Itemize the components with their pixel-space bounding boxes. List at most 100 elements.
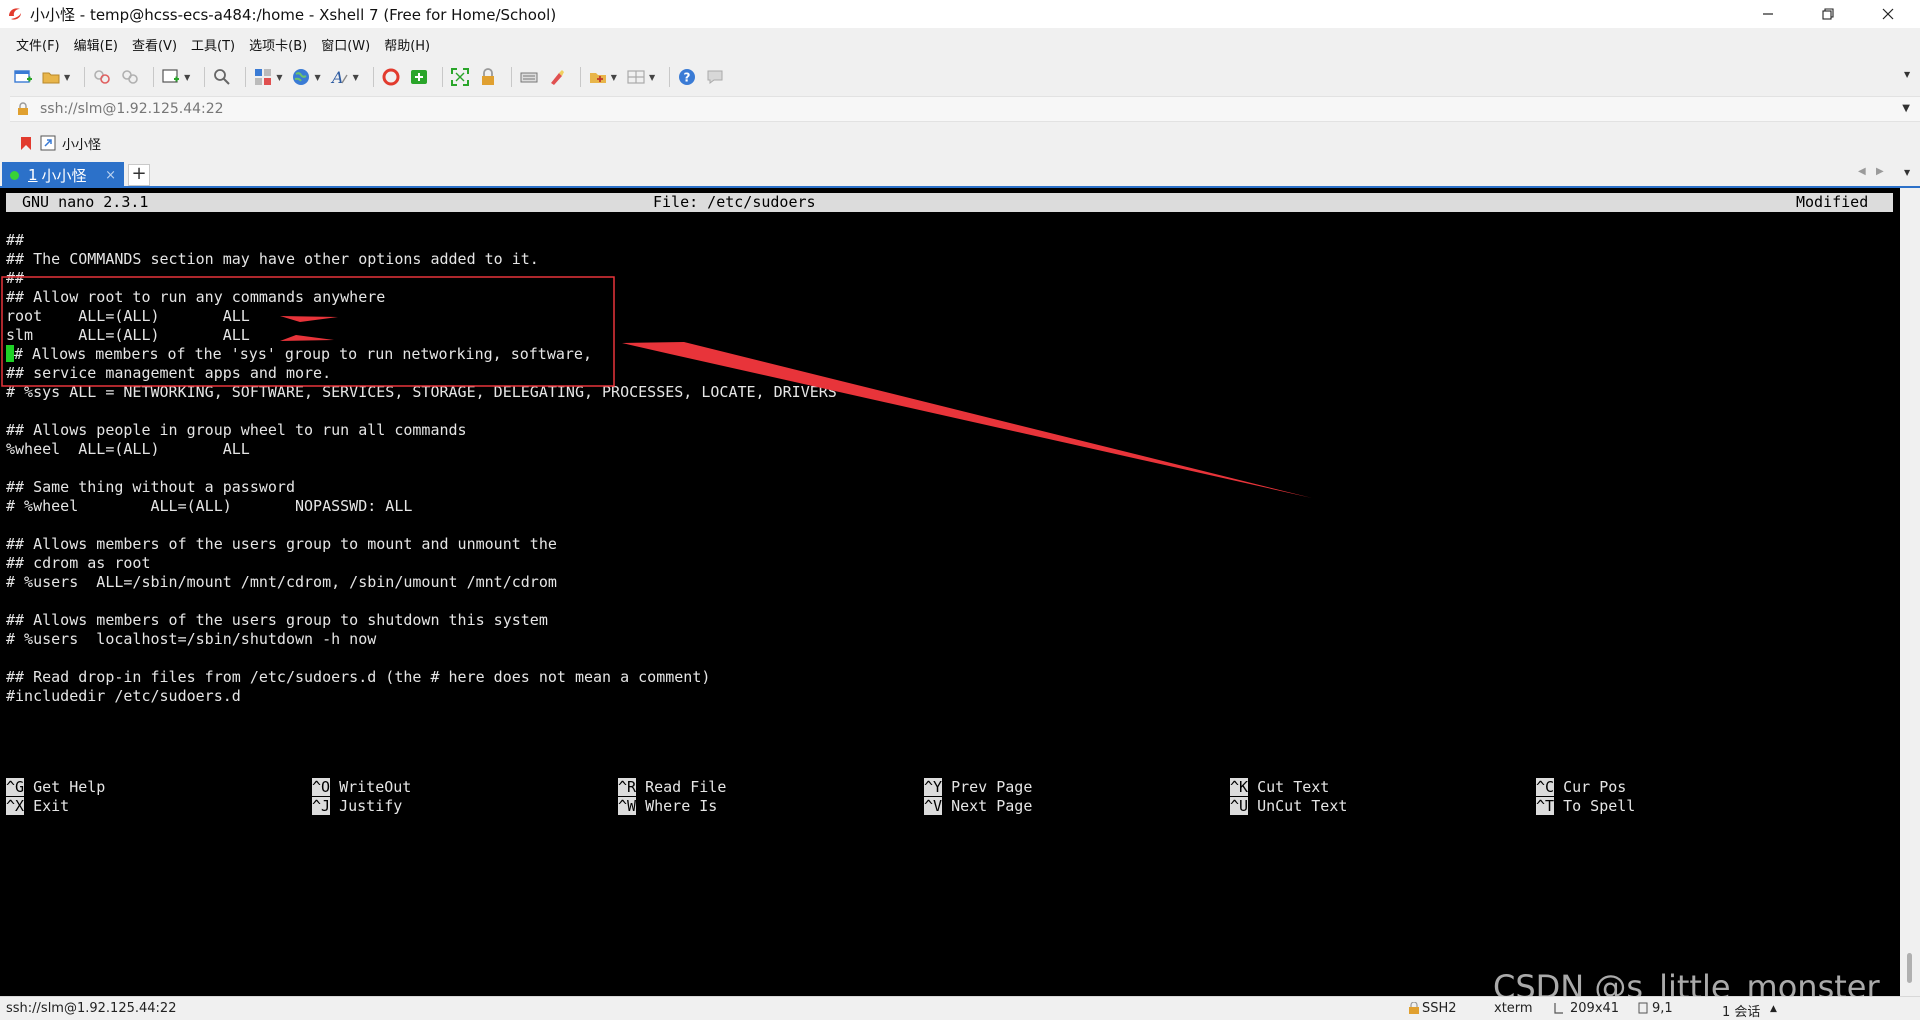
- menu-file[interactable]: 文件(F): [16, 35, 60, 54]
- new-tab-folder-button[interactable]: [587, 66, 609, 88]
- sessions-up-arrow-icon[interactable]: ▲: [1770, 1004, 1777, 1014]
- tab-session-1[interactable]: 1 小小怪 ×: [2, 162, 124, 188]
- shortcut-justify: ^J Justify: [312, 797, 403, 815]
- annotation-overlay: [1, 276, 1312, 498]
- tile-dropdown-icon[interactable]: ▼: [649, 73, 655, 82]
- add-folder-icon: [589, 73, 606, 83]
- close-button[interactable]: [1860, 0, 1916, 28]
- toolbar-separator: [84, 67, 86, 87]
- shortcut-exit: ^X Exit: [6, 797, 70, 815]
- terminal-area[interactable]: GNU nano 2.3.1 File: /etc/sudoers Modifi…: [0, 188, 1900, 996]
- tile-icon: [627, 70, 645, 84]
- folder-icon: [42, 72, 60, 84]
- menu-tab[interactable]: 选项卡(B): [249, 35, 307, 54]
- help-icon: ?: [679, 69, 696, 85]
- keyboard-button[interactable]: [518, 66, 540, 88]
- properties-icon: [162, 69, 180, 83]
- xshell-logo-icon: [382, 68, 400, 86]
- reconnect-button[interactable]: [91, 66, 113, 88]
- color-scheme-dropdown-icon[interactable]: ▼: [314, 73, 320, 82]
- lock-button[interactable]: [477, 66, 499, 88]
- open-dropdown-icon[interactable]: ▼: [64, 73, 70, 82]
- add-tab-button[interactable]: +: [128, 164, 150, 186]
- annotation-arrow-slm: [280, 335, 334, 341]
- tab-list-dropdown-icon[interactable]: ▼: [1904, 168, 1910, 177]
- toolbar-separator: [372, 67, 374, 87]
- highlight-button[interactable]: [546, 66, 568, 88]
- tab-bar: 1 小小怪 × + ◀ ▶ ▼: [0, 160, 1920, 188]
- font-button[interactable]: A: [329, 66, 351, 88]
- chat-button[interactable]: [704, 66, 726, 88]
- address-bar[interactable]: ssh://slm@1.92.125.44:22 ▼: [10, 96, 1920, 122]
- layout-dropdown-icon[interactable]: ▼: [276, 73, 282, 82]
- new-session-button[interactable]: [12, 66, 34, 88]
- toolbar-separator: [579, 67, 581, 87]
- menu-view[interactable]: 查看(V): [132, 35, 177, 54]
- properties-button[interactable]: [160, 66, 182, 88]
- connected-status-icon: [10, 170, 19, 180]
- toolbar-separator: [510, 67, 512, 87]
- shortcut-writeout: ^O WriteOut: [312, 778, 412, 796]
- tab-scroll-right-icon[interactable]: ▶: [1876, 166, 1884, 177]
- menu-tools[interactable]: 工具(T): [191, 35, 235, 54]
- session-shortcut-label[interactable]: 小小怪: [62, 134, 101, 153]
- window-title: 小小怪 - temp@hcss-ecs-a484:/home - Xshell …: [30, 5, 557, 24]
- svg-text:A: A: [330, 68, 344, 87]
- status-cursor-position: 9,1: [1652, 1001, 1673, 1016]
- minimize-button[interactable]: [1740, 0, 1796, 28]
- tab-close-icon[interactable]: ×: [105, 168, 116, 183]
- shortcut-cut-text: ^K Cut Text: [1230, 778, 1330, 796]
- status-protocol: SSH2: [1422, 1001, 1457, 1016]
- cursor-position-icon: [1638, 1002, 1648, 1014]
- shortcut-uncut-text: ^U UnCut Text: [1230, 797, 1348, 815]
- xftp-button[interactable]: [408, 66, 430, 88]
- scrollbar-thumb[interactable]: [1907, 953, 1912, 983]
- xshell-button[interactable]: [380, 66, 402, 88]
- font-icon: A: [330, 68, 348, 87]
- annotation-arrow-root: [280, 316, 338, 322]
- properties-dropdown-icon[interactable]: ▼: [184, 73, 190, 82]
- toolbar-separator: [204, 67, 206, 87]
- minimize-icon: [1763, 13, 1773, 15]
- toolbar-overflow-icon[interactable]: ▼: [1904, 70, 1910, 79]
- session-bar: 小小怪: [18, 132, 101, 154]
- layout-icon: [255, 69, 272, 85]
- chat-bubble-icon: [707, 70, 723, 84]
- find-button[interactable]: [211, 66, 233, 88]
- disconnect-button[interactable]: [119, 66, 141, 88]
- shortcut-next-page: ^V Next Page: [924, 797, 1033, 815]
- session-shortcut-icon[interactable]: [40, 135, 56, 151]
- globe-icon: [293, 69, 310, 85]
- tab-scroll-left-icon[interactable]: ◀: [1858, 166, 1866, 177]
- keyboard-icon: [520, 72, 538, 83]
- help-button[interactable]: ?: [676, 66, 698, 88]
- terminal-scrollbar[interactable]: [1900, 188, 1920, 996]
- tile-button[interactable]: [625, 66, 647, 88]
- menu-help[interactable]: 帮助(H): [384, 35, 430, 54]
- menu-edit[interactable]: 编辑(E): [74, 35, 118, 54]
- annotation-arrow-long: [622, 342, 1312, 498]
- terminal-size-icon: [1554, 1003, 1563, 1014]
- bookmark-icon[interactable]: [18, 135, 34, 151]
- title-bar: 小小怪 - temp@hcss-ecs-a484:/home - Xshell …: [0, 0, 1920, 28]
- restore-button[interactable]: [1800, 0, 1856, 28]
- shortcut-to-spell: ^T To Spell: [1536, 797, 1636, 815]
- address-dropdown-icon[interactable]: ▼: [1902, 103, 1910, 114]
- shortcut-get-help: ^G Get Help: [6, 778, 106, 796]
- highlighter-icon: [550, 70, 564, 85]
- layout-button[interactable]: [252, 66, 274, 88]
- unlink-icon: [122, 70, 138, 84]
- restore-icon: [1822, 8, 1834, 20]
- menu-window[interactable]: 窗口(W): [321, 35, 370, 54]
- status-sessions[interactable]: 1 会话: [1722, 1001, 1760, 1020]
- open-button[interactable]: [40, 66, 62, 88]
- new-tab-folder-dropdown-icon[interactable]: ▼: [611, 73, 617, 82]
- lock-icon: [18, 102, 28, 115]
- new-session-icon: [14, 70, 32, 83]
- link-icon: [94, 70, 110, 84]
- address-input[interactable]: ssh://slm@1.92.125.44:22: [40, 101, 224, 117]
- fullscreen-button[interactable]: [449, 66, 471, 88]
- shortcut-prev-page: ^Y Prev Page: [924, 778, 1033, 796]
- color-scheme-button[interactable]: [290, 66, 312, 88]
- font-dropdown-icon[interactable]: ▼: [353, 73, 359, 82]
